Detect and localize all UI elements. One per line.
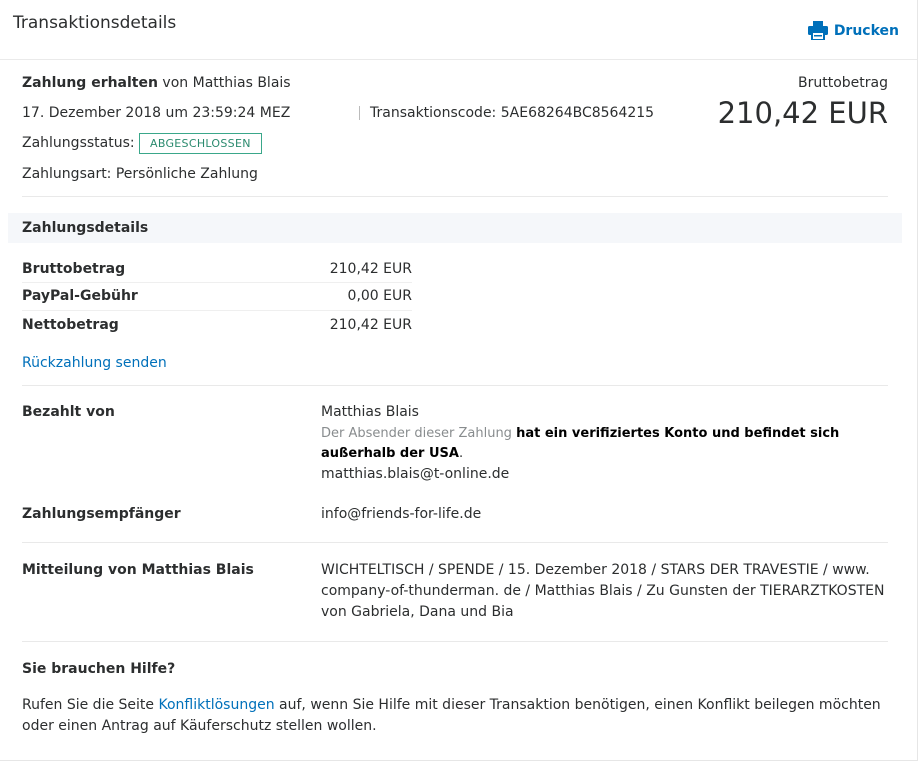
divider [22,385,888,386]
payer-name: Matthias Blais [321,404,419,420]
vertical-separator [359,106,360,120]
divider [22,196,888,197]
details-section-title: Zahlungsdetails [22,220,149,236]
payer-email: matthias.blais@t-online.de [321,466,510,482]
status-badge: ABGESCHLOSSEN [139,133,262,154]
detail-value-gross: 210,42 EUR [329,261,412,277]
verification-suffix: . [458,446,464,461]
header-divider [0,59,917,60]
help-text-before: Rufen Sie die Seite [22,697,155,713]
divider [22,641,888,642]
conflict-resolution-link[interactable]: Konfliktlösungen [158,697,274,713]
verification-prefix: Der Absender dieser Zahlung [321,426,512,441]
refund-link[interactable]: Rückzahlung senden [22,355,167,371]
detail-value-fee: 0,00 EUR [347,288,412,304]
paid-by-label: Bezahlt von [22,404,115,420]
transaction-code: Transaktionscode: 5AE68264BC8564215 [370,105,654,121]
detail-label-fee: PayPal-Gebühr [22,288,138,304]
verification-note: Der Absender dieser Zahlung hat ein veri… [321,424,901,464]
message-text: WICHTELTISCH / SPENDE / 15. Dezember 201… [321,562,885,620]
gross-amount-label: Bruttobetrag [798,75,888,91]
help-title: Sie brauchen Hilfe? [22,661,176,677]
page-title: Transaktionsdetails [13,13,177,33]
transaction-date: 17. Dezember 2018 um 23:59:24 MEZ [22,105,291,121]
payment-method: Zahlungsart: Persönliche Zahlung [22,166,258,182]
detail-label-gross: Bruttobetrag [22,261,126,277]
payment-summary-heading: Zahlung erhalten von Matthias Blais [22,75,291,91]
recipient-email: info@friends-for-life.de [321,506,482,522]
status-label: Zahlungsstatus: [22,135,135,151]
recipient-label: Zahlungsempfänger [22,506,181,522]
printer-icon [807,21,828,40]
print-button[interactable]: Drucken [807,21,899,40]
row-divider [22,282,412,283]
from-prefix: von [162,75,189,91]
detail-label-net: Nettobetrag [22,317,119,333]
gross-amount: 210,42 EUR [717,96,888,130]
detail-value-net: 210,42 EUR [329,317,412,333]
divider [22,542,888,543]
print-label: Drucken [833,22,899,39]
transaction-code-value: 5AE68264BC8564215 [500,105,655,121]
row-divider [22,310,412,311]
help-text: Rufen Sie die Seite Konfliktlösungen auf… [22,695,902,737]
sender-name: Matthias Blais [192,75,291,91]
transaction-code-label: Transaktionscode: [370,105,497,121]
payment-type-label: Zahlung erhalten [22,75,158,91]
message-label: Mitteilung von Matthias Blais [22,562,254,578]
